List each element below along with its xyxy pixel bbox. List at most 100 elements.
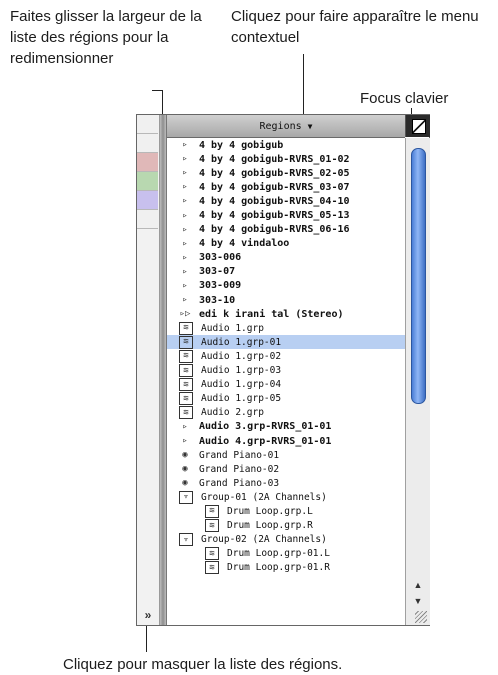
region-label: Audio 2.grp (201, 407, 264, 419)
region-row[interactable]: ≋ Audio 1.grp-05 (167, 392, 405, 406)
region-label: 4 by 4 gobigub-RVRS_04-10 (199, 195, 350, 207)
callout-drag-width: Faites glisser la largeur de la liste de… (10, 8, 202, 67)
track-color-cell (137, 134, 158, 153)
inst-region-icon: ◉ (182, 450, 188, 461)
midi-region-icon: ▹ (182, 210, 188, 221)
region-row[interactable]: ▹ 4 by 4 gobigub-RVRS_03-07 (167, 180, 405, 194)
region-row[interactable]: ▹▷ edi k irani tal (Stereo) (167, 307, 405, 321)
vertical-scrollbar[interactable]: ▲ ▼ (405, 138, 430, 625)
region-row[interactable]: ▹ 303-07 (167, 265, 405, 279)
scroll-down-button[interactable]: ▼ (410, 594, 426, 608)
wave-region-icon: ≋ (179, 364, 193, 378)
region-label: edi k irani tal (Stereo) (199, 308, 344, 320)
regions-panel: Regions ▼ ▹ 4 by 4 gobigub ▹ 4 by 4 gobigub… (167, 115, 430, 625)
region-label: 303-10 (199, 294, 236, 306)
list-width-resize-handle[interactable] (160, 115, 167, 625)
region-row[interactable]: ◉ Grand Piano-01 (167, 448, 405, 462)
hide-list-toggle[interactable]: » (139, 608, 157, 622)
region-label: Group-01 (2A Channels) (201, 491, 327, 503)
region-row[interactable]: ▿ Group-02 (2A Channels) (167, 533, 405, 547)
region-row[interactable]: ▹ 4 by 4 gobigub-RVRS_06-16 (167, 223, 405, 237)
region-label: Drum Loop.grp.L (227, 505, 313, 517)
region-row[interactable]: ≋ Audio 1.grp-04 (167, 378, 405, 392)
track-color-strip (137, 115, 160, 625)
region-row[interactable]: ≋ Audio 1.grp-03 (167, 364, 405, 378)
regions-menu-header[interactable]: Regions ▼ (167, 115, 405, 138)
region-label: Audio 4.grp-RVRS_01-01 (199, 435, 332, 447)
midi-region-icon: ▹ (182, 436, 188, 447)
wave-region-icon: ≋ (179, 349, 193, 363)
region-row[interactable]: ▹ 4 by 4 gobigub-RVRS_05-13 (167, 208, 405, 222)
region-row[interactable]: ▹ Audio 3.grp-RVRS_01-01 (167, 420, 405, 434)
region-label: 303-07 (199, 266, 236, 278)
region-row[interactable]: ≋ Drum Loop.grp.R (167, 519, 405, 533)
wave-region-icon: ≋ (205, 504, 219, 518)
leader-menu (303, 54, 304, 114)
region-label: Group-02 (2A Channels) (201, 534, 327, 546)
inst-region-icon: ◉ (182, 478, 188, 489)
keyboard-focus-icon (412, 119, 426, 134)
region-label: Grand Piano-03 (199, 477, 280, 489)
region-label: Audio 1.grp-01 (201, 336, 282, 348)
track-color-cell (137, 191, 158, 210)
region-row[interactable]: ≋ Audio 1.grp-01 (167, 335, 405, 350)
region-label: Drum Loop.grp-01.R (227, 562, 330, 574)
region-row[interactable]: ◉ Grand Piano-02 (167, 462, 405, 476)
chevron-down-icon: ▼ (307, 121, 313, 131)
region-row[interactable]: ▹ 303-009 (167, 279, 405, 293)
midi-region-icon: ▹ (182, 266, 188, 277)
wave-region-icon: ≋ (179, 392, 193, 406)
regions-list: ▹ 4 by 4 gobigub ▹ 4 by 4 gobigub-RVRS_01-0… (167, 138, 405, 624)
region-row[interactable]: ≋ Audio 2.grp (167, 406, 405, 420)
stereo-region-icon: ▹▷ (179, 309, 191, 320)
scroll-up-button[interactable]: ▲ (410, 578, 426, 592)
region-row[interactable]: ▹ 4 by 4 gobigub (167, 138, 405, 152)
keyboard-focus-button[interactable] (405, 115, 430, 137)
region-row[interactable]: ≋ Drum Loop.grp.L (167, 504, 405, 518)
region-row[interactable]: ▿ Group-01 (2A Channels) (167, 490, 405, 504)
wave-region-icon: ≋ (205, 561, 219, 575)
callout-context-menu: Cliquez pour faire apparaître le menu co… (231, 8, 479, 46)
region-label: Audio 1.grp-02 (201, 350, 282, 362)
region-label: 4 by 4 gobigub-RVRS_02-05 (199, 167, 350, 179)
region-label: Audio 1.grp-04 (201, 379, 282, 391)
callout-hide-list: Cliquez pour masquer la liste des région… (63, 656, 343, 673)
region-row[interactable]: ▹ 4 by 4 gobigub-RVRS_02-05 (167, 166, 405, 180)
region-label: Drum Loop.grp.R (227, 520, 313, 532)
midi-region-icon: ▹ (182, 154, 188, 165)
midi-region-icon: ▹ (182, 168, 188, 179)
wave-region-icon: ≋ (179, 406, 193, 420)
region-row[interactable]: ▹ Audio 4.grp-RVRS_01-01 (167, 434, 405, 448)
region-label: 303-006 (199, 252, 242, 264)
wave-region-icon: ≋ (179, 335, 193, 349)
region-label: Audio 3.grp-RVRS_01-01 (199, 421, 332, 433)
leader-drag (162, 90, 163, 116)
scroll-thumb[interactable] (411, 148, 426, 404)
region-label: Grand Piano-02 (199, 463, 280, 475)
region-label: Audio 1.grp (201, 322, 264, 334)
region-label: 4 by 4 gobigub (199, 139, 284, 151)
regions-window: » Regions ▼ ▹ 4 by 4 gobigub ▹ 4 by 4 gobig… (136, 114, 430, 626)
region-row[interactable]: ▹ 303-006 (167, 251, 405, 265)
track-color-cell (137, 172, 158, 191)
region-label: 4 by 4 vindaloo (199, 238, 290, 250)
region-row[interactable]: ≋ Drum Loop.grp-01.L (167, 547, 405, 561)
midi-region-icon: ▹ (182, 196, 188, 207)
region-label: Audio 1.grp-03 (201, 365, 282, 377)
region-row[interactable]: ≋ Audio 1.grp (167, 321, 405, 335)
region-label: 4 by 4 gobigub-RVRS_03-07 (199, 181, 350, 193)
window-resize-corner[interactable] (415, 611, 427, 623)
midi-region-icon: ▹ (182, 421, 188, 432)
region-row[interactable]: ▹ 303-10 (167, 293, 405, 307)
region-row[interactable]: ▹ 4 by 4 vindaloo (167, 237, 405, 251)
region-row[interactable]: ≋ Audio 1.grp-02 (167, 349, 405, 363)
region-row[interactable]: ▹ 4 by 4 gobigub-RVRS_01-02 (167, 152, 405, 166)
region-row[interactable]: ▹ 4 by 4 gobigub-RVRS_04-10 (167, 194, 405, 208)
region-row[interactable]: ◉ Grand Piano-03 (167, 476, 405, 490)
region-row[interactable]: ≋ Drum Loop.grp-01.R (167, 561, 405, 575)
midi-region-icon: ▹ (182, 295, 188, 306)
region-label: Grand Piano-01 (199, 449, 280, 461)
region-label: 4 by 4 gobigub-RVRS_01-02 (199, 153, 350, 165)
track-color-cell (137, 115, 158, 134)
group-region-icon: ▿ (179, 490, 193, 504)
